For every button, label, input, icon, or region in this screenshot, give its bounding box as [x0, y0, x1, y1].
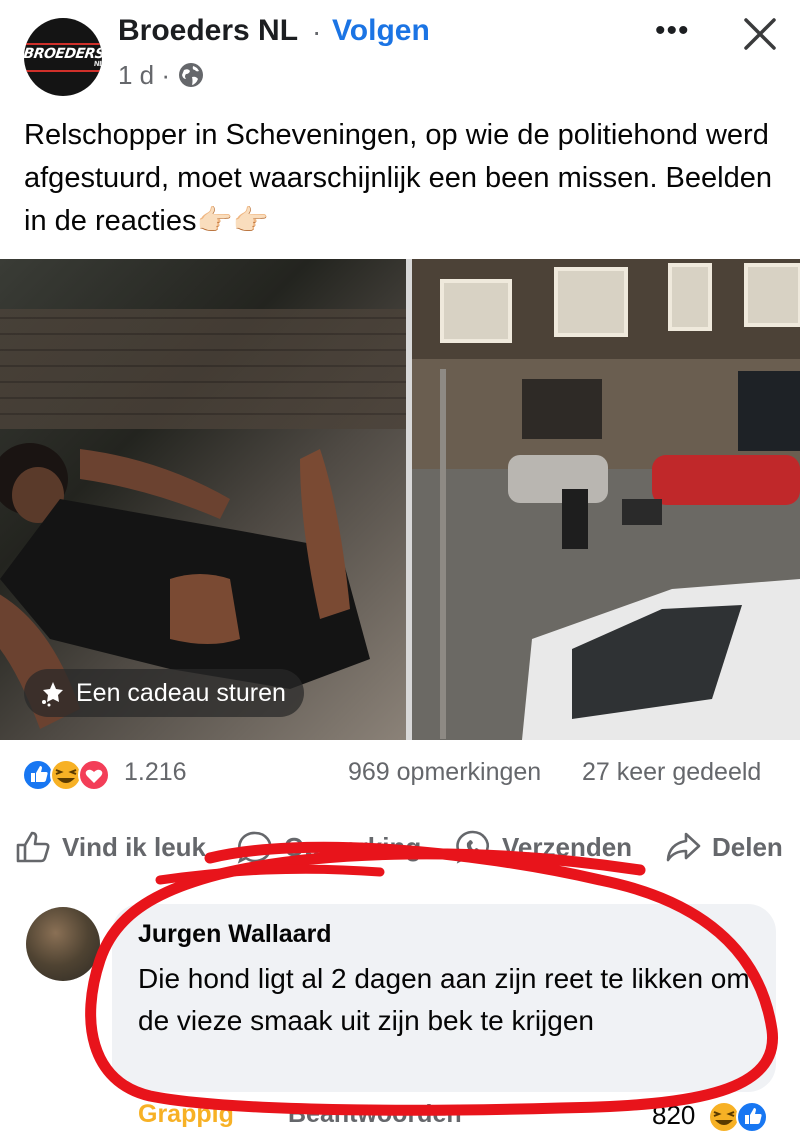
reaction-icons[interactable] [22, 758, 122, 792]
share-icon [666, 832, 701, 862]
share-label: Delen [712, 831, 783, 862]
comment-reaction-count[interactable]: 820 [652, 1100, 695, 1131]
video-frame-right [412, 259, 800, 740]
messenger-icon [456, 830, 489, 864]
like-icon [16, 831, 50, 863]
like-button[interactable]: Vind ik leuk [14, 828, 206, 866]
comment-reaction-icons[interactable] [708, 1100, 778, 1134]
page-name[interactable]: Broeders NL [118, 14, 298, 48]
shares-count[interactable]: 27 keer gedeeld [582, 758, 761, 787]
reaction-count[interactable]: 1.216 [124, 758, 187, 787]
brick-wall [0, 309, 406, 429]
post-media[interactable] [0, 259, 800, 740]
gift-icon [42, 682, 63, 707]
commenter-avatar[interactable] [26, 907, 100, 981]
share-button[interactable]: Delen [664, 828, 783, 866]
send-label: Verzenden [502, 831, 633, 862]
post-caption: Relschopper in Scheveningen, op wie de p… [24, 119, 772, 237]
comment-author[interactable]: Jurgen Wallaard [138, 920, 332, 949]
street-scene-image [412, 259, 800, 740]
more-options-button[interactable]: ••• [655, 14, 690, 48]
comment-reaction-label[interactable]: Grappig [138, 1100, 234, 1129]
gift-label: Een cadeau sturen [76, 678, 286, 707]
comment-label: Opmerking [284, 831, 422, 862]
send-button[interactable]: Verzenden [454, 828, 632, 866]
follow-button[interactable]: Volgen [332, 14, 430, 48]
reply-button[interactable]: Beantwoorden [288, 1100, 462, 1129]
comment-button[interactable]: Opmerking [236, 828, 421, 866]
close-icon[interactable] [740, 14, 780, 54]
comment-text: Die hond ligt al 2 dagen aan zijn reet t… [138, 963, 750, 1036]
separator: · [312, 16, 322, 47]
video-frame-left [0, 259, 406, 740]
comments-count[interactable]: 969 opmerkingen [348, 758, 541, 787]
comment-icon [237, 831, 272, 864]
post-time[interactable]: 1 d · [118, 60, 170, 91]
page-avatar[interactable]: BROEDERS NL [24, 18, 102, 96]
like-label: Vind ik leuk [62, 831, 207, 862]
send-gift-button[interactable]: Een cadeau sturen [24, 669, 304, 717]
globe-icon [179, 63, 203, 87]
page-logo: BROEDERS NL [24, 42, 102, 72]
